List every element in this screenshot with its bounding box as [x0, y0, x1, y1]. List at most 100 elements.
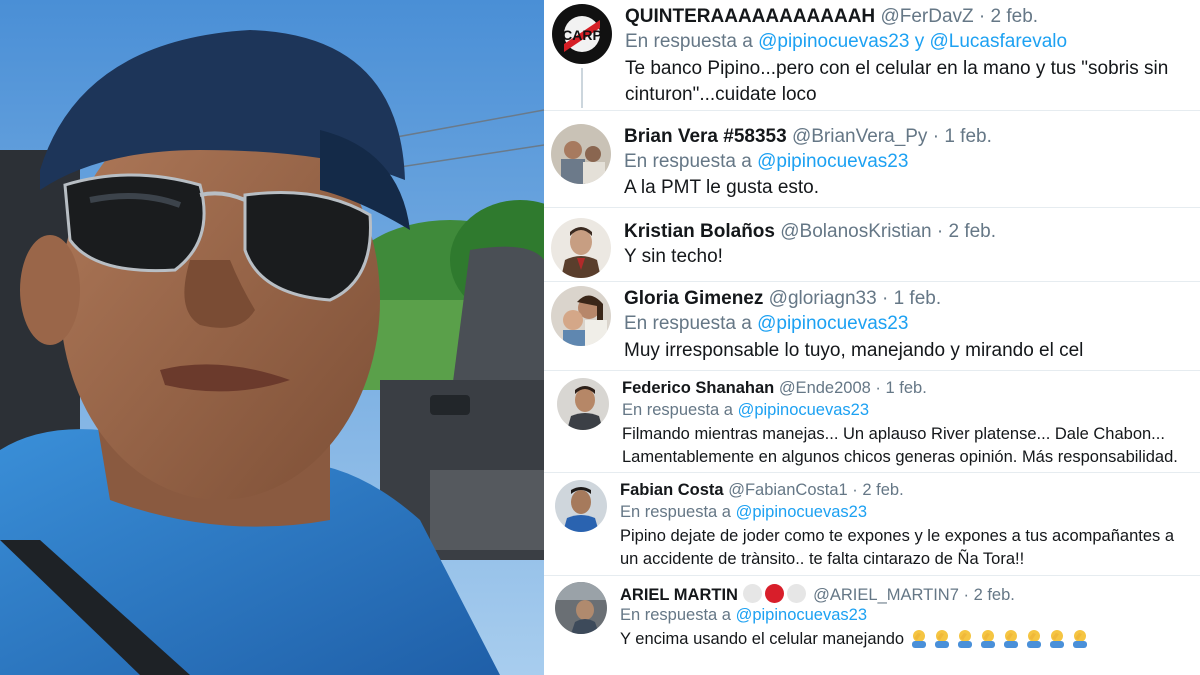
- reply-prefix: En respuesta a: [624, 313, 752, 334]
- reply-context: En respuesta a @pipinocuevas23 y @Lucasf…: [625, 31, 1067, 53]
- tweet-item[interactable]: Kristian Bolaños @BolanosKristian · 2 fe…: [544, 208, 1200, 281]
- facepalm-emoji-group: [909, 630, 1093, 648]
- tweet-date[interactable]: 1 feb.: [886, 379, 927, 397]
- tweet-date[interactable]: 1 feb.: [944, 126, 992, 147]
- tweet-item[interactable]: Fabian Costa @FabianCosta1 · 2 feb. En r…: [544, 473, 1200, 575]
- user-handle[interactable]: @FabianCosta1: [728, 481, 847, 499]
- tweet-item[interactable]: Gloria Gimenez @gloriagn33 · 1 feb. En r…: [544, 282, 1200, 370]
- tweet-header: Kristian Bolaños @BolanosKristian · 2 fe…: [624, 221, 996, 243]
- reply-context: En respuesta a @pipinocuevas23: [622, 401, 869, 420]
- user-handle[interactable]: @FerDavZ: [880, 6, 973, 27]
- facepalm-icon: [957, 630, 972, 648]
- tweet-header: QUINTERAAAAAAAAAAAH @FerDavZ · 2 feb.: [625, 6, 1038, 28]
- profile-photo-icon: [555, 480, 607, 532]
- white-circle-icon: [742, 584, 762, 603]
- profile-photo-icon: [551, 218, 611, 278]
- tweet-header: Gloria Gimenez @gloriagn33 · 1 feb.: [624, 288, 941, 310]
- reply-conjunction: y: [914, 31, 925, 52]
- mention-link[interactable]: @pipinocuevas23: [738, 401, 869, 419]
- display-name[interactable]: Fabian Costa: [620, 481, 724, 499]
- tweet-date[interactable]: 1 feb.: [894, 288, 942, 309]
- display-name[interactable]: ARIEL MARTIN: [620, 586, 738, 604]
- avatar[interactable]: CARP: [552, 4, 612, 64]
- reply-context: En respuesta a @pipinocuevas23: [624, 313, 908, 335]
- facepalm-icon: [1026, 630, 1041, 648]
- name-emoji-group: [742, 584, 814, 604]
- tweet-text: Filmando mientras manejas... Un aplauso …: [622, 425, 1178, 466]
- mention-link[interactable]: @pipinocuevas23: [757, 313, 908, 334]
- tweet-text: A la PMT le gusta esto.: [624, 177, 820, 198]
- user-handle[interactable]: @gloriagn33: [769, 288, 877, 309]
- mention-link[interactable]: @pipinocuevas23: [758, 31, 909, 52]
- profile-photo-icon: [557, 378, 609, 430]
- separator-dot: ·: [936, 221, 944, 242]
- selfie-photo: [0, 0, 544, 675]
- display-name[interactable]: Brian Vera #58353: [624, 126, 787, 147]
- reply-prefix: En respuesta a: [624, 151, 752, 172]
- facepalm-icon: [1072, 630, 1087, 648]
- tweet-date[interactable]: 2 feb.: [862, 481, 903, 499]
- profile-photo-icon: [555, 582, 607, 634]
- separator-dot: ·: [852, 481, 858, 499]
- profile-photo-icon: [551, 286, 611, 346]
- separator-dot: ·: [978, 6, 986, 27]
- tweet-item[interactable]: Federico Shanahan @Ende2008 · 1 feb. En …: [544, 371, 1200, 472]
- tweet-text: Muy irresponsable lo tuyo, manejando y m…: [624, 340, 1084, 361]
- reply-context: En respuesta a @pipinocuevas23: [620, 503, 867, 522]
- reply-prefix: En respuesta a: [620, 606, 731, 624]
- tweet-item[interactable]: Brian Vera #58353 @BrianVera_Py · 1 feb.…: [544, 111, 1200, 207]
- red-circle-icon: [764, 584, 784, 603]
- mention-link[interactable]: @Lucasfarevalo: [930, 31, 1068, 52]
- facepalm-icon: [1049, 630, 1064, 648]
- separator-dot: ·: [932, 126, 940, 147]
- user-handle[interactable]: @ARIEL_MARTIN7: [813, 586, 959, 604]
- separator-dot: ·: [875, 379, 881, 397]
- avatar[interactable]: [555, 480, 607, 532]
- user-handle[interactable]: @BolanosKristian: [780, 221, 931, 242]
- avatar[interactable]: [551, 218, 611, 278]
- display-name[interactable]: Kristian Bolaños: [624, 221, 775, 242]
- mention-link[interactable]: @pipinocuevas23: [757, 151, 908, 172]
- display-name[interactable]: Federico Shanahan: [622, 379, 774, 397]
- mention-link[interactable]: @pipinocuevas23: [736, 606, 867, 624]
- selfie-illustration: [0, 0, 544, 675]
- facepalm-icon: [980, 630, 995, 648]
- reply-context: En respuesta a @pipinocuevas23: [620, 606, 867, 625]
- river-plate-logo-icon: CARP: [552, 4, 612, 64]
- tweet-text: Te banco Pipino...pero con el celular en…: [625, 58, 1169, 105]
- tweet-date[interactable]: 2 feb.: [948, 221, 996, 242]
- display-name[interactable]: Gloria Gimenez: [624, 288, 763, 309]
- user-handle[interactable]: @Ende2008: [779, 379, 871, 397]
- tweet-date[interactable]: 2 feb.: [974, 586, 1015, 604]
- reply-context: En respuesta a @pipinocuevas23: [624, 151, 908, 173]
- tweet-text: Y sin techo!: [624, 246, 723, 267]
- display-name[interactable]: QUINTERAAAAAAAAAAAH: [625, 6, 875, 27]
- avatar[interactable]: [551, 124, 611, 184]
- white-circle-icon: [786, 584, 806, 603]
- facepalm-icon: [911, 630, 926, 648]
- svg-text:CARP: CARP: [562, 27, 602, 43]
- avatar[interactable]: [557, 378, 609, 430]
- tweet-header: ARIEL MARTIN @ARIEL_MARTIN7 · 2 feb.: [620, 584, 1015, 605]
- tweet-header: Brian Vera #58353 @BrianVera_Py · 1 feb.: [624, 126, 992, 148]
- reply-prefix: En respuesta a: [622, 401, 733, 419]
- reply-prefix: En respuesta a: [620, 503, 731, 521]
- separator-dot: ·: [881, 288, 889, 309]
- reply-prefix: En respuesta a: [625, 31, 753, 52]
- tweet-text: Y encima usando el celular manejando: [620, 630, 905, 648]
- avatar[interactable]: [551, 286, 611, 346]
- separator-dot: ·: [963, 586, 969, 604]
- user-handle[interactable]: @BrianVera_Py: [792, 126, 927, 147]
- tweet-item[interactable]: ARIEL MARTIN @ARIEL_MARTIN7 · 2 feb. En …: [544, 576, 1200, 675]
- avatar[interactable]: [555, 582, 607, 634]
- thread-connector-line: [581, 68, 583, 108]
- mention-link[interactable]: @pipinocuevas23: [736, 503, 867, 521]
- tweet-date[interactable]: 2 feb.: [991, 6, 1039, 27]
- tweet-item[interactable]: CARP QUINTERAAAAAAAAAAAH @FerDavZ · 2 fe…: [544, 0, 1200, 110]
- tweet-text-line: Y encima usando el celular manejando: [620, 628, 1186, 651]
- profile-photo-icon: [551, 124, 611, 184]
- tweet-replies-list: CARP QUINTERAAAAAAAAAAAH @FerDavZ · 2 fe…: [544, 0, 1200, 675]
- facepalm-icon: [934, 630, 949, 648]
- tweet-header: Fabian Costa @FabianCosta1 · 2 feb.: [620, 481, 904, 500]
- tweet-text: Pipino dejate de joder como te expones y…: [620, 527, 1175, 568]
